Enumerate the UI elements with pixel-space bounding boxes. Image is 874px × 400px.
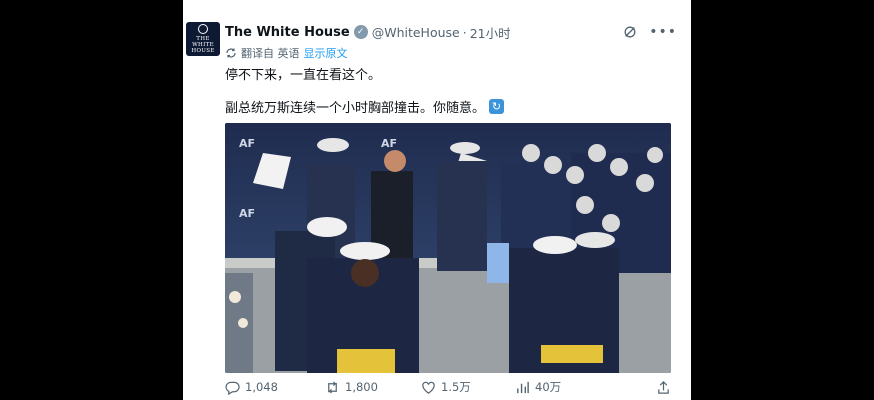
share-icon	[658, 380, 669, 394]
reply-icon	[225, 381, 240, 395]
video-frame: AF AF AF	[225, 123, 671, 373]
avatar[interactable]: THE WHITE HOUSE	[186, 22, 220, 56]
video-media[interactable]: AF AF AF	[225, 123, 671, 373]
svg-text:AF: AF	[239, 137, 255, 150]
heart-icon	[422, 381, 435, 394]
avatar-text-line3: HOUSE	[191, 48, 215, 54]
verified-badge-icon: ✓	[353, 25, 368, 39]
more-icon[interactable]: •••	[649, 24, 677, 40]
repost-count: 1,800	[345, 380, 378, 394]
svg-text:AF: AF	[381, 137, 397, 150]
grok-icon[interactable]	[623, 25, 637, 39]
translation-note: 翻译自 英语	[241, 47, 300, 60]
action-bar: 1,048 1,800 1.5万 40万	[225, 378, 671, 396]
views-button[interactable]: 40万	[515, 379, 607, 395]
show-original-link[interactable]: 显示原文	[304, 45, 348, 61]
views-count: 40万	[535, 380, 562, 394]
share-button[interactable]	[656, 380, 671, 395]
reply-count: 1,048	[245, 380, 278, 394]
like-button[interactable]: 1.5万	[421, 379, 515, 395]
translate-icon	[226, 48, 236, 58]
separator-dot: ·	[462, 24, 467, 40]
svg-text:AF: AF	[239, 207, 255, 220]
tweet-text-line2: 副总统万斯连续一个小时胸部撞击。你随意。	[225, 101, 486, 116]
repost-icon	[328, 380, 337, 394]
author-handle[interactable]: @WhiteHouse	[372, 25, 460, 40]
translation-row: 翻译自 英语 显示原文	[225, 45, 348, 61]
like-count: 1.5万	[441, 380, 471, 394]
repeat-emoji-icon: ↻	[489, 99, 505, 114]
repost-button[interactable]: 1,800	[325, 380, 421, 395]
tweet-text-line1: 停不下来，一直在看这个。	[225, 68, 382, 83]
timestamp[interactable]: 21小时	[470, 23, 511, 42]
header-actions: •••	[623, 24, 677, 40]
tweet-header: The White House ✓ @WhiteHouse · 21小时 •••	[225, 22, 677, 42]
author-name[interactable]: The White House	[225, 25, 350, 40]
reply-button[interactable]: 1,048	[225, 380, 325, 395]
tweet-text-line2-row: 副总统万斯连续一个小时胸部撞击。你随意。 ↻	[225, 97, 505, 116]
views-chart-icon	[517, 381, 529, 393]
seal-icon	[198, 24, 208, 34]
tweet-card: THE WHITE HOUSE The White House ✓ @White…	[183, 0, 691, 400]
